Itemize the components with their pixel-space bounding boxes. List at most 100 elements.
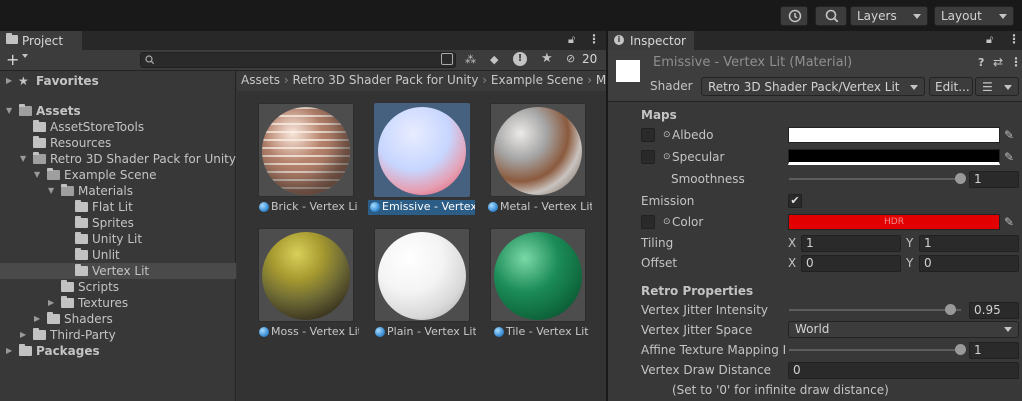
lock-icon[interactable]: 🔓︎: [568, 33, 575, 47]
asset-label[interactable]: Emissive - Vertex...: [368, 200, 475, 215]
tree-item-resources[interactable]: Resources: [0, 135, 236, 151]
jitter-space-dropdown[interactable]: World: [788, 321, 1019, 338]
emission-hdr-color-field[interactable]: HDR: [788, 214, 1000, 230]
scene-search-icon[interactable]: ⁂: [465, 53, 478, 66]
jitter-intensity-slider-handle[interactable]: [945, 304, 956, 315]
asset-label[interactable]: Metal - Vertex Lit: [486, 200, 592, 215]
emission-texture-slot[interactable]: [641, 215, 655, 229]
jitter-intensity-slider-track[interactable]: [789, 309, 961, 311]
asset-label[interactable]: Brick - Vertex Lit: [257, 200, 357, 215]
tree-item-vertex-lit[interactable]: Vertex Lit: [0, 263, 236, 279]
smoothness-slider-track[interactable]: [789, 178, 961, 180]
kebab-menu-icon[interactable]: ⋮: [1008, 32, 1020, 46]
tree-item-unlit[interactable]: Unlit: [0, 247, 236, 263]
chevron-down-icon[interactable]: [22, 54, 28, 58]
eyedropper-icon[interactable]: ✎: [1004, 215, 1018, 229]
specular-label: Specular: [672, 150, 725, 164]
shader-dropdown[interactable]: Retro 3D Shader Pack/Vertex Lit: [701, 77, 925, 96]
affine-mapping-slider-track[interactable]: [789, 349, 961, 351]
draw-distance-field[interactable]: 0: [788, 362, 1019, 379]
chevron-right-icon[interactable]: ▶: [48, 295, 58, 311]
object-picker-icon[interactable]: ⊙: [663, 147, 671, 167]
layers-dropdown[interactable]: Layers: [850, 6, 928, 26]
affine-mapping-field[interactable]: 1: [969, 342, 1019, 359]
tree-item-shaders[interactable]: ▶ Shaders: [0, 311, 236, 327]
asset-brick[interactable]: [258, 103, 354, 197]
breadcrumb-item[interactable]: M: [596, 73, 606, 87]
asset-moss[interactable]: [258, 228, 354, 322]
edit-shader-button[interactable]: Edit...: [929, 77, 973, 96]
breadcrumb-item[interactable]: Retro 3D Shader Pack for Unity: [293, 73, 479, 87]
chevron-down-icon[interactable]: ▼: [20, 151, 30, 167]
asset-plain[interactable]: [374, 228, 470, 322]
history-button[interactable]: [780, 6, 808, 26]
chevron-right-icon[interactable]: ▶: [6, 73, 16, 89]
tree-item-packages[interactable]: ▶ Packages: [0, 343, 236, 359]
albedo-texture-slot[interactable]: [641, 128, 655, 142]
specular-color-field[interactable]: [788, 149, 1000, 165]
object-picker-icon[interactable]: ⊙: [663, 212, 671, 232]
search-button[interactable]: [815, 6, 847, 26]
affine-mapping-slider-handle[interactable]: [955, 344, 966, 355]
tiling-y-field[interactable]: 1: [919, 235, 1019, 252]
help-icon[interactable]: ?: [978, 56, 984, 69]
affine-mapping-label: Affine Texture Mapping In: [641, 343, 787, 357]
hidden-packages-icon[interactable]: ⊘: [566, 52, 575, 65]
kebab-menu-icon[interactable]: ⋮: [1010, 55, 1022, 69]
eyedropper-icon[interactable]: ✎: [1004, 128, 1018, 142]
chevron-right-icon[interactable]: ▶: [34, 311, 44, 327]
tiling-x-field[interactable]: 1: [801, 235, 901, 252]
folder-icon: [75, 216, 88, 228]
tree-item-flat-lit[interactable]: Flat Lit: [0, 199, 236, 215]
asset-metal[interactable]: [490, 103, 586, 197]
chevron-down-icon[interactable]: ▼: [48, 183, 58, 199]
favorite-star-icon[interactable]: ★: [541, 51, 553, 66]
tree-item-assetstoretools[interactable]: AssetStoreTools: [0, 119, 236, 135]
tree-item-sprites[interactable]: Sprites: [0, 215, 236, 231]
label-filter-icon[interactable]: ◆: [490, 53, 498, 66]
tree-item-unity-lit[interactable]: Unity Lit: [0, 231, 236, 247]
chevron-right-icon[interactable]: ▶: [20, 327, 30, 343]
shader-options-dropdown[interactable]: ☰: [975, 77, 1019, 96]
tab-inspector[interactable]: i Inspector: [608, 31, 694, 50]
lock-icon[interactable]: 🔓︎: [986, 33, 993, 47]
preset-icon[interactable]: ⇄: [993, 55, 1003, 69]
asset-label[interactable]: Tile - Vertex Lit: [492, 325, 592, 340]
log-filter-icon[interactable]: !: [513, 52, 527, 66]
tree-item-favorites[interactable]: ▶ ★ Favorites: [0, 73, 236, 89]
offset-x-field[interactable]: 0: [801, 255, 901, 272]
jitter-intensity-field[interactable]: 0.95: [969, 302, 1019, 319]
tree-item-third-party[interactable]: ▶ Third-Party: [0, 327, 236, 343]
asset-label[interactable]: Plain - Vertex Lit: [373, 325, 476, 340]
tree-item-materials[interactable]: ▼ Materials: [0, 183, 236, 199]
tab-project[interactable]: Project: [0, 31, 82, 50]
smoothness-field[interactable]: 1: [969, 171, 1019, 188]
search-by-type-icon[interactable]: [441, 53, 453, 65]
jitter-intensity-row: Vertex Jitter Intensity 0.95: [608, 300, 1022, 320]
search-input[interactable]: [140, 52, 456, 68]
asset-emissive[interactable]: [374, 103, 470, 197]
eyedropper-icon[interactable]: ✎: [1004, 150, 1018, 164]
tree-item-example-scene[interactable]: ▼ Example Scene: [0, 167, 236, 183]
layout-dropdown[interactable]: Layout: [934, 6, 1014, 26]
chevron-right-icon[interactable]: ▶: [6, 343, 16, 359]
tree-item-assets[interactable]: ▼ Assets: [0, 103, 236, 119]
object-picker-icon[interactable]: ⊙: [663, 125, 671, 145]
kebab-menu-icon[interactable]: ⋮: [588, 32, 600, 46]
chevron-down-icon[interactable]: ▼: [6, 103, 16, 119]
tree-item-retro-3d-shader-pack-for-unity[interactable]: ▼ Retro 3D Shader Pack for Unity: [0, 151, 236, 167]
breadcrumb-item[interactable]: Assets: [241, 73, 280, 87]
albedo-color-field[interactable]: [788, 127, 1000, 143]
offset-y-field[interactable]: 0: [919, 255, 1019, 272]
emission-checkbox[interactable]: ✔: [788, 194, 802, 208]
breadcrumb-item[interactable]: Example Scene: [491, 73, 583, 87]
jitter-space-label: Vertex Jitter Space: [641, 323, 753, 337]
tree-item-scripts[interactable]: Scripts: [0, 279, 236, 295]
chevron-down-icon[interactable]: ▼: [34, 167, 44, 183]
smoothness-slider-handle[interactable]: [955, 173, 966, 184]
asset-label[interactable]: Moss - Vertex Lit: [257, 325, 359, 340]
asset-tile[interactable]: [490, 228, 586, 322]
tree-item-textures[interactable]: ▶ Textures: [0, 295, 236, 311]
specular-texture-slot[interactable]: [641, 150, 655, 164]
add-button[interactable]: +: [6, 50, 19, 69]
